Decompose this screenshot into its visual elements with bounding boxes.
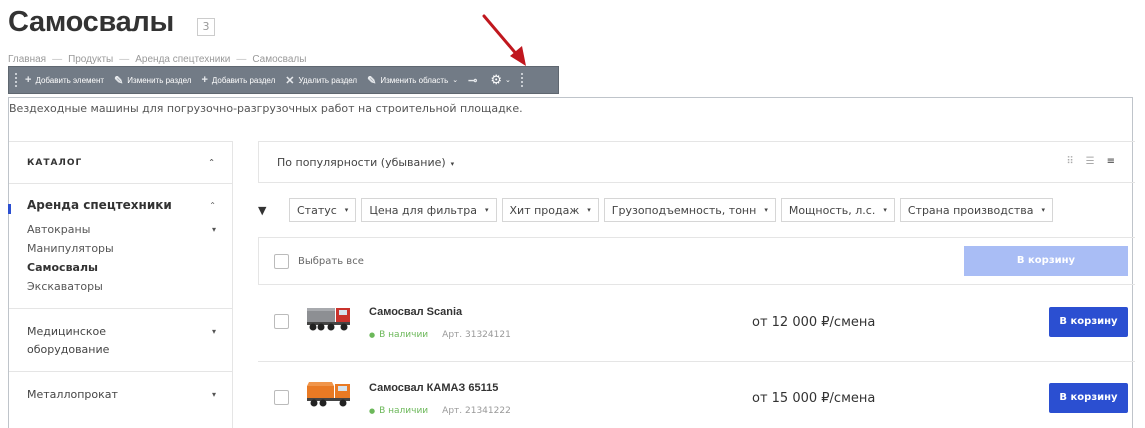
add-all-to-cart-button[interactable]: В корзину	[964, 246, 1128, 276]
breadcrumb-current: Самосвалы	[252, 54, 307, 65]
product-name[interactable]: Самосвал КАМАЗ 65115	[369, 382, 498, 394]
pencil-icon: ✎	[114, 74, 124, 87]
product-row: Самосвал Scania В наличии Арт. 31324121 о…	[258, 286, 1135, 362]
filter-power[interactable]: Мощность, л.с. ▾	[780, 198, 895, 222]
filter-icon[interactable]: ▼	[258, 204, 284, 217]
chevron-up-icon: ⌃	[208, 158, 216, 167]
edit-section-button[interactable]: ✎ Изменить раздел	[109, 67, 196, 93]
product-meta: В наличии Арт. 31324121	[369, 330, 511, 340]
sidebar-item-cranes[interactable]: Автокраны ▾	[27, 222, 216, 237]
sidebar-item-metal[interactable]: Металлопрокат ▾	[9, 371, 232, 416]
breadcrumb: Главная — Продукты — Аренда спецтехники — Само…	[8, 54, 307, 65]
product-price: от 15 000 ₽/смена	[752, 391, 876, 406]
page-title: Самосвалы	[8, 6, 175, 38]
sort-dropdown[interactable]: По популярности (убывание) ▾	[277, 156, 454, 169]
table-view-icon[interactable]: ≡	[1107, 156, 1115, 167]
pointer-arrow-icon	[482, 14, 526, 66]
sidebar-item-medical[interactable]: Медицинское оборудование ▾	[9, 308, 232, 371]
chevron-down-icon: ▾	[344, 206, 349, 214]
stock-status: В наличии	[369, 406, 428, 416]
chevron-down-icon: ▾	[1041, 206, 1046, 214]
filter-bestseller[interactable]: Хит продаж ▾	[501, 198, 599, 222]
grid-view-icon[interactable]: ⠿	[1066, 156, 1073, 167]
product-name[interactable]: Самосвал Scania	[369, 306, 462, 318]
sort-bar: По популярности (убывание) ▾ ⠿ ☰ ≡	[258, 141, 1135, 183]
plus-icon: +	[201, 74, 208, 86]
sidebar-item-label: Медицинское оборудование	[27, 325, 110, 356]
plus-icon: +	[25, 74, 32, 86]
pin-icon: ⊸	[468, 74, 478, 87]
select-all-bar: Выбрать все В корзину	[258, 237, 1135, 285]
gear-icon: ⚙	[490, 72, 502, 87]
product-checkbox[interactable]	[274, 314, 289, 329]
catalog-header[interactable]: КАТАЛОГ ⌃	[9, 142, 232, 184]
sidebar-item-label: Аренда спецтехники	[27, 198, 172, 212]
product-article: Арт. 21341222	[442, 406, 511, 416]
chevron-down-icon: ▾	[485, 206, 489, 214]
product-article: Арт. 31324121	[442, 330, 511, 340]
sidebar-item-label: Металлопрокат	[27, 388, 118, 401]
catalog-area: Вездеходные машины для погрузочно-разгру…	[8, 97, 1135, 428]
filter-price[interactable]: Цена для фильтра ▾	[361, 198, 497, 222]
sidebar-section-rental: Аренда спецтехники ⌃ Автокраны ▾ Манипул…	[8, 184, 232, 294]
sidebar-item-excavators[interactable]: Экскаваторы	[27, 279, 216, 294]
product-meta: В наличии Арт. 21341222	[369, 406, 511, 416]
add-to-cart-button[interactable]: В корзину	[1049, 307, 1128, 337]
section-description: Вездеходные машины для погрузочно-разгру…	[9, 102, 523, 115]
active-indicator	[8, 204, 11, 214]
drag-handle-icon[interactable]	[12, 67, 20, 93]
sidebar-item-manipulators[interactable]: Манипуляторы	[27, 241, 216, 256]
add-to-cart-button[interactable]: В корзину	[1049, 383, 1128, 413]
sidebar-item-rental[interactable]: Аренда спецтехники ⌃	[27, 198, 216, 212]
add-element-button[interactable]: + Добавить элемент	[20, 67, 109, 93]
select-all-label: Выбрать все	[298, 255, 364, 267]
product-image[interactable]	[306, 302, 352, 334]
product-row: Самосвал КАМАЗ 65115 В наличии Арт. 21341…	[258, 362, 1135, 428]
filter-capacity[interactable]: Грузоподъемность, тонн ▾	[603, 198, 776, 222]
select-all-checkbox[interactable]	[274, 253, 289, 269]
stock-status: В наличии	[369, 330, 428, 340]
chevron-up-icon: ⌃	[209, 200, 216, 210]
add-section-button[interactable]: + Добавить раздел	[196, 67, 280, 93]
product-checkbox[interactable]	[274, 390, 289, 405]
catalog-sidebar: КАТАЛОГ ⌃ Аренда спецтехники ⌃ Автокраны…	[8, 141, 233, 428]
breadcrumb-link-home[interactable]: Главная	[8, 54, 46, 65]
close-icon: ✕	[285, 74, 295, 87]
filter-status[interactable]: Статус ▾	[289, 198, 357, 222]
sidebar-item-dump-trucks[interactable]: Самосвалы	[27, 260, 216, 275]
edit-area-button[interactable]: ✎ Изменить область ⌄	[362, 67, 463, 93]
product-price: от 12 000 ₽/смена	[752, 315, 876, 330]
product-image[interactable]	[306, 378, 352, 410]
filter-bar: ▼ Статус ▾ Цена для фильтра ▾ Хит продаж ▾ …	[258, 198, 1054, 222]
chevron-down-icon: ⌄	[452, 77, 459, 84]
chevron-down-icon: ▾	[587, 206, 591, 214]
sidebar-item-label: Автокраны	[27, 223, 91, 236]
admin-toolbar: + Добавить элемент ✎ Изменить раздел + Доба…	[8, 66, 559, 94]
view-switcher: ⠿ ☰ ≡	[1066, 156, 1115, 167]
chevron-down-icon: ▾	[211, 327, 216, 336]
element-count-badge: 3	[197, 18, 215, 36]
breadcrumb-link-products[interactable]: Продукты	[68, 54, 113, 65]
breadcrumb-link-rental[interactable]: Аренда спецтехники	[135, 54, 230, 65]
catalog-header-label: КАТАЛОГ	[27, 157, 83, 168]
chevron-down-icon: ▾	[450, 159, 455, 168]
chevron-down-icon: ▾	[883, 206, 887, 214]
chevron-down-icon: ▾	[211, 390, 216, 399]
pencil-icon: ✎	[367, 74, 377, 87]
list-view-icon[interactable]: ☰	[1086, 156, 1095, 167]
chevron-down-icon: ▾	[211, 225, 216, 234]
chevron-down-icon: ▾	[764, 206, 768, 214]
delete-section-button[interactable]: ✕ Удалить раздел	[280, 67, 362, 93]
filter-country[interactable]: Страна производства ▾	[899, 198, 1054, 222]
chevron-down-icon: ⌄	[505, 77, 511, 84]
